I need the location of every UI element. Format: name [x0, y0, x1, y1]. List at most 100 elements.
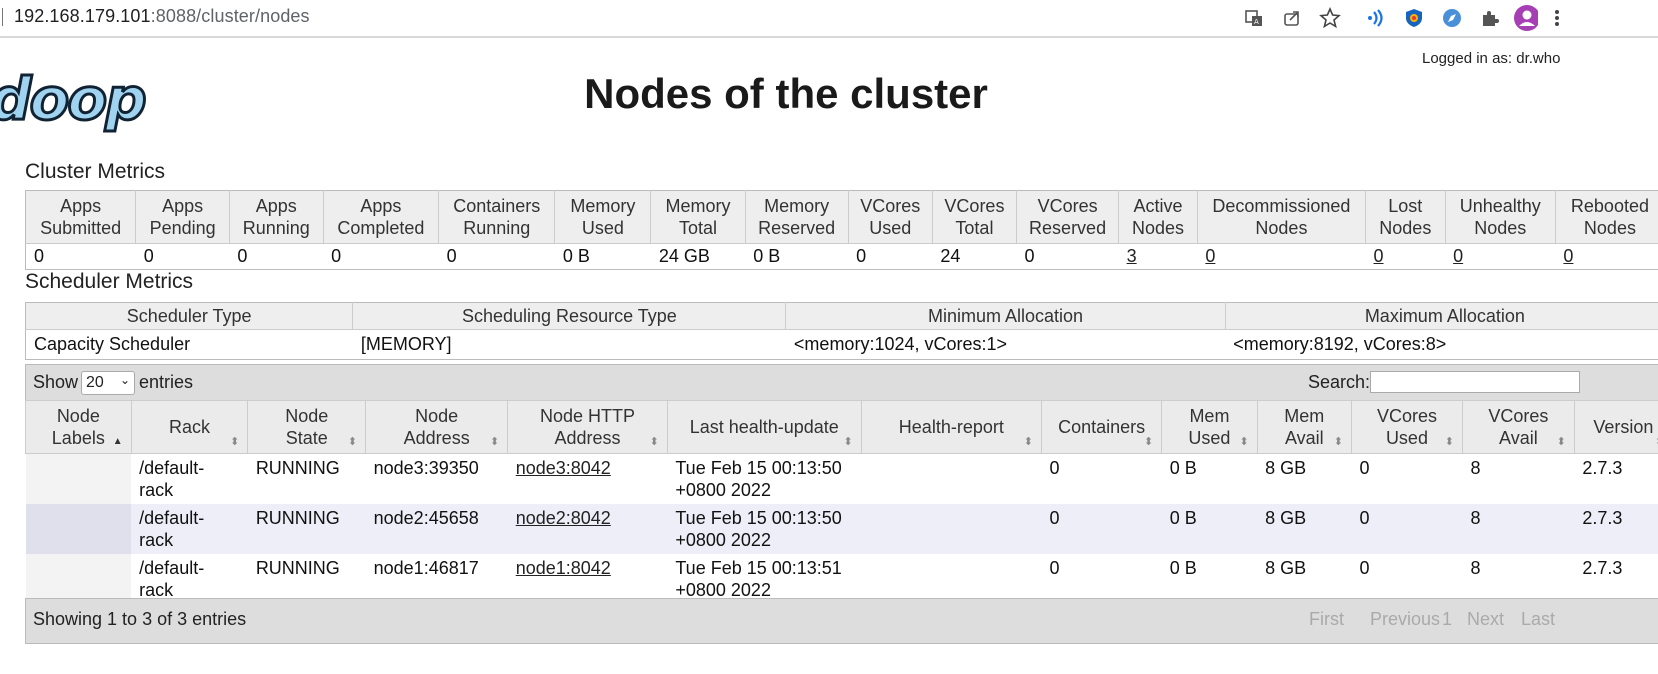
sort-both-icon: ⬍ — [649, 436, 659, 448]
cell-line: rack — [139, 480, 174, 500]
cluster-metric-header: Apps Pending — [135, 190, 230, 244]
header-line: Avail — [1499, 428, 1538, 448]
bookmark-star-icon[interactable] — [1318, 6, 1342, 30]
header-line: Submitted — [40, 218, 122, 238]
column-header[interactable]: Node Labels ▲ — [25, 400, 132, 454]
nodes-count-link[interactable]: 0 — [1453, 246, 1463, 266]
cluster-metric-header: Lost Nodes — [1365, 190, 1446, 244]
header-line: Nodes — [1583, 218, 1636, 238]
cluster-metric-header: Apps Running — [229, 190, 324, 244]
browser-menu-icon[interactable] — [1552, 6, 1562, 30]
cluster-metric-value: 24 — [940, 246, 961, 266]
cluster-metric-header: VCores Reserved — [1016, 190, 1120, 244]
column-header[interactable]: Node State ⬍ — [247, 400, 367, 454]
header-line: Address — [403, 428, 470, 448]
share-icon[interactable] — [1280, 6, 1304, 30]
last-page-button[interactable]: Last — [1521, 609, 1555, 630]
cell-version: 2.7.3 — [1574, 554, 1658, 604]
cell-vc-avail: 8 — [1462, 504, 1575, 554]
sort-both-icon: ⬍ — [230, 436, 240, 448]
extensions-puzzle-icon[interactable] — [1478, 6, 1502, 30]
cell-version: 2.7.3 — [1574, 453, 1658, 504]
node-http-link[interactable]: node1:8042 — [516, 558, 611, 578]
header-line: Total — [955, 218, 994, 238]
cell-line: +0800 2022 — [675, 580, 771, 600]
header-line: Total — [679, 218, 718, 238]
next-page-button[interactable]: Next — [1467, 609, 1504, 630]
table-footer: Showing 1 to 3 of 3 entries First Previo… — [25, 598, 1658, 644]
scheduler-header: Scheduling Resource Type — [352, 302, 787, 330]
previous-page-button[interactable]: Previous — [1370, 609, 1440, 630]
scheduler-metrics-table: Scheduler Type Scheduling Resource Type Mi… — [25, 302, 1658, 360]
header-line: Version — [1593, 417, 1654, 437]
scheduler-metrics-heading: Scheduler Metrics — [25, 270, 194, 293]
header-line: Rebooted — [1570, 196, 1649, 216]
search-input[interactable] — [1370, 371, 1580, 393]
cell-mem-avail: 8 GB — [1257, 504, 1352, 554]
cluster-metric-value: 0 B — [753, 246, 781, 266]
column-header[interactable]: Health-report ⬍ — [860, 400, 1043, 454]
header-line: VCores — [1488, 406, 1549, 426]
nodes-count-link[interactable]: 0 — [1563, 246, 1573, 266]
cell-containers: 0 — [1041, 554, 1162, 604]
cell-line: rack — [139, 530, 174, 550]
header-line: Reserved — [758, 218, 836, 238]
header-line: Node — [56, 406, 100, 426]
column-header[interactable]: Mem Avail ⬍ — [1256, 400, 1352, 454]
column-header[interactable]: Mem Used ⬍ — [1161, 400, 1258, 454]
profile-avatar-icon[interactable] — [1514, 5, 1538, 31]
browser-toolbar: 192.168.179.101:8088/cluster/nodes A — [0, 0, 1658, 38]
cluster-metric-value: 0 — [1197, 244, 1365, 270]
header-line: Used — [1385, 428, 1428, 448]
cell-line: /default- — [139, 508, 205, 528]
translate-icon[interactable]: A — [1242, 6, 1266, 30]
cluster-metric-header: Apps Submitted — [25, 190, 137, 244]
cell-vc-used: 0 — [1351, 504, 1463, 554]
column-header[interactable]: Rack ⬍ — [130, 400, 249, 454]
address-bar[interactable]: 192.168.179.101:8088/cluster/nodes — [14, 6, 310, 27]
scheduler-value: <memory:8192, vCores:8> — [1233, 334, 1447, 354]
column-header[interactable]: Last health-update ⬍ — [666, 400, 862, 454]
scheduler-header: Minimum Allocation — [785, 302, 1226, 330]
extension-shield-icon[interactable] — [1402, 6, 1426, 30]
node-http-link[interactable]: node2:8042 — [516, 508, 611, 528]
column-header[interactable]: Node HTTP Address ⬍ — [507, 400, 668, 454]
column-header[interactable]: Version⬍ — [1573, 400, 1658, 454]
header-line: VCores — [944, 196, 1005, 216]
page-size-select[interactable]: 20 ⌄ — [81, 371, 135, 395]
first-page-button[interactable]: First — [1309, 609, 1344, 630]
header-line: VCores — [1376, 406, 1437, 426]
header-line: VCores — [1037, 196, 1098, 216]
cell-report — [861, 504, 1042, 554]
node-http-link[interactable]: node3:8042 — [516, 458, 611, 478]
cluster-metric-header: VCores Total — [932, 190, 1018, 244]
extension-signal-icon[interactable] — [1364, 6, 1388, 30]
cell-mem-used: 0 B — [1161, 554, 1258, 604]
url-path: :8088/cluster/nodes — [150, 6, 310, 26]
nodes-count-link[interactable]: 3 — [1127, 246, 1137, 266]
scheduler-value: <memory:1024, vCores:1> — [793, 334, 1008, 354]
header-line: Avail — [1284, 428, 1324, 448]
nodes-count-link[interactable]: 0 — [1205, 246, 1215, 266]
header-line: Labels — [51, 428, 105, 448]
cluster-metric-value: 0 — [856, 246, 867, 266]
column-header[interactable]: Containers ⬍ — [1040, 400, 1163, 454]
cell-address: node2:45658 — [365, 504, 508, 554]
cluster-metric-value: 0 — [1555, 244, 1658, 270]
page-1-button[interactable]: 1 — [1442, 609, 1452, 630]
nodes-count-link[interactable]: 0 — [1374, 246, 1384, 266]
header-line: Nodes — [1131, 218, 1184, 238]
cluster-metric-value: 0 — [1366, 244, 1446, 270]
column-header[interactable]: VCores Used ⬍ — [1350, 400, 1463, 454]
header-line: Active — [1133, 196, 1183, 216]
cluster-metrics-table: Apps Submitted Apps Pending Apps Running Apps C… — [25, 190, 1658, 270]
extension-compass-icon[interactable] — [1440, 6, 1464, 30]
column-header[interactable]: VCores Avail ⬍ — [1461, 400, 1575, 454]
header-line: Rack — [168, 417, 210, 437]
header-line: Containers — [453, 196, 541, 216]
column-header[interactable]: Node Address ⬍ — [365, 400, 509, 454]
sort-both-icon: ⬍ — [347, 436, 358, 448]
cell-http: node2:8042 — [507, 504, 668, 554]
table-toolbar: Show 20 ⌄ entries Search: — [25, 364, 1658, 401]
url-host: 192.168.179.101 — [14, 6, 151, 26]
